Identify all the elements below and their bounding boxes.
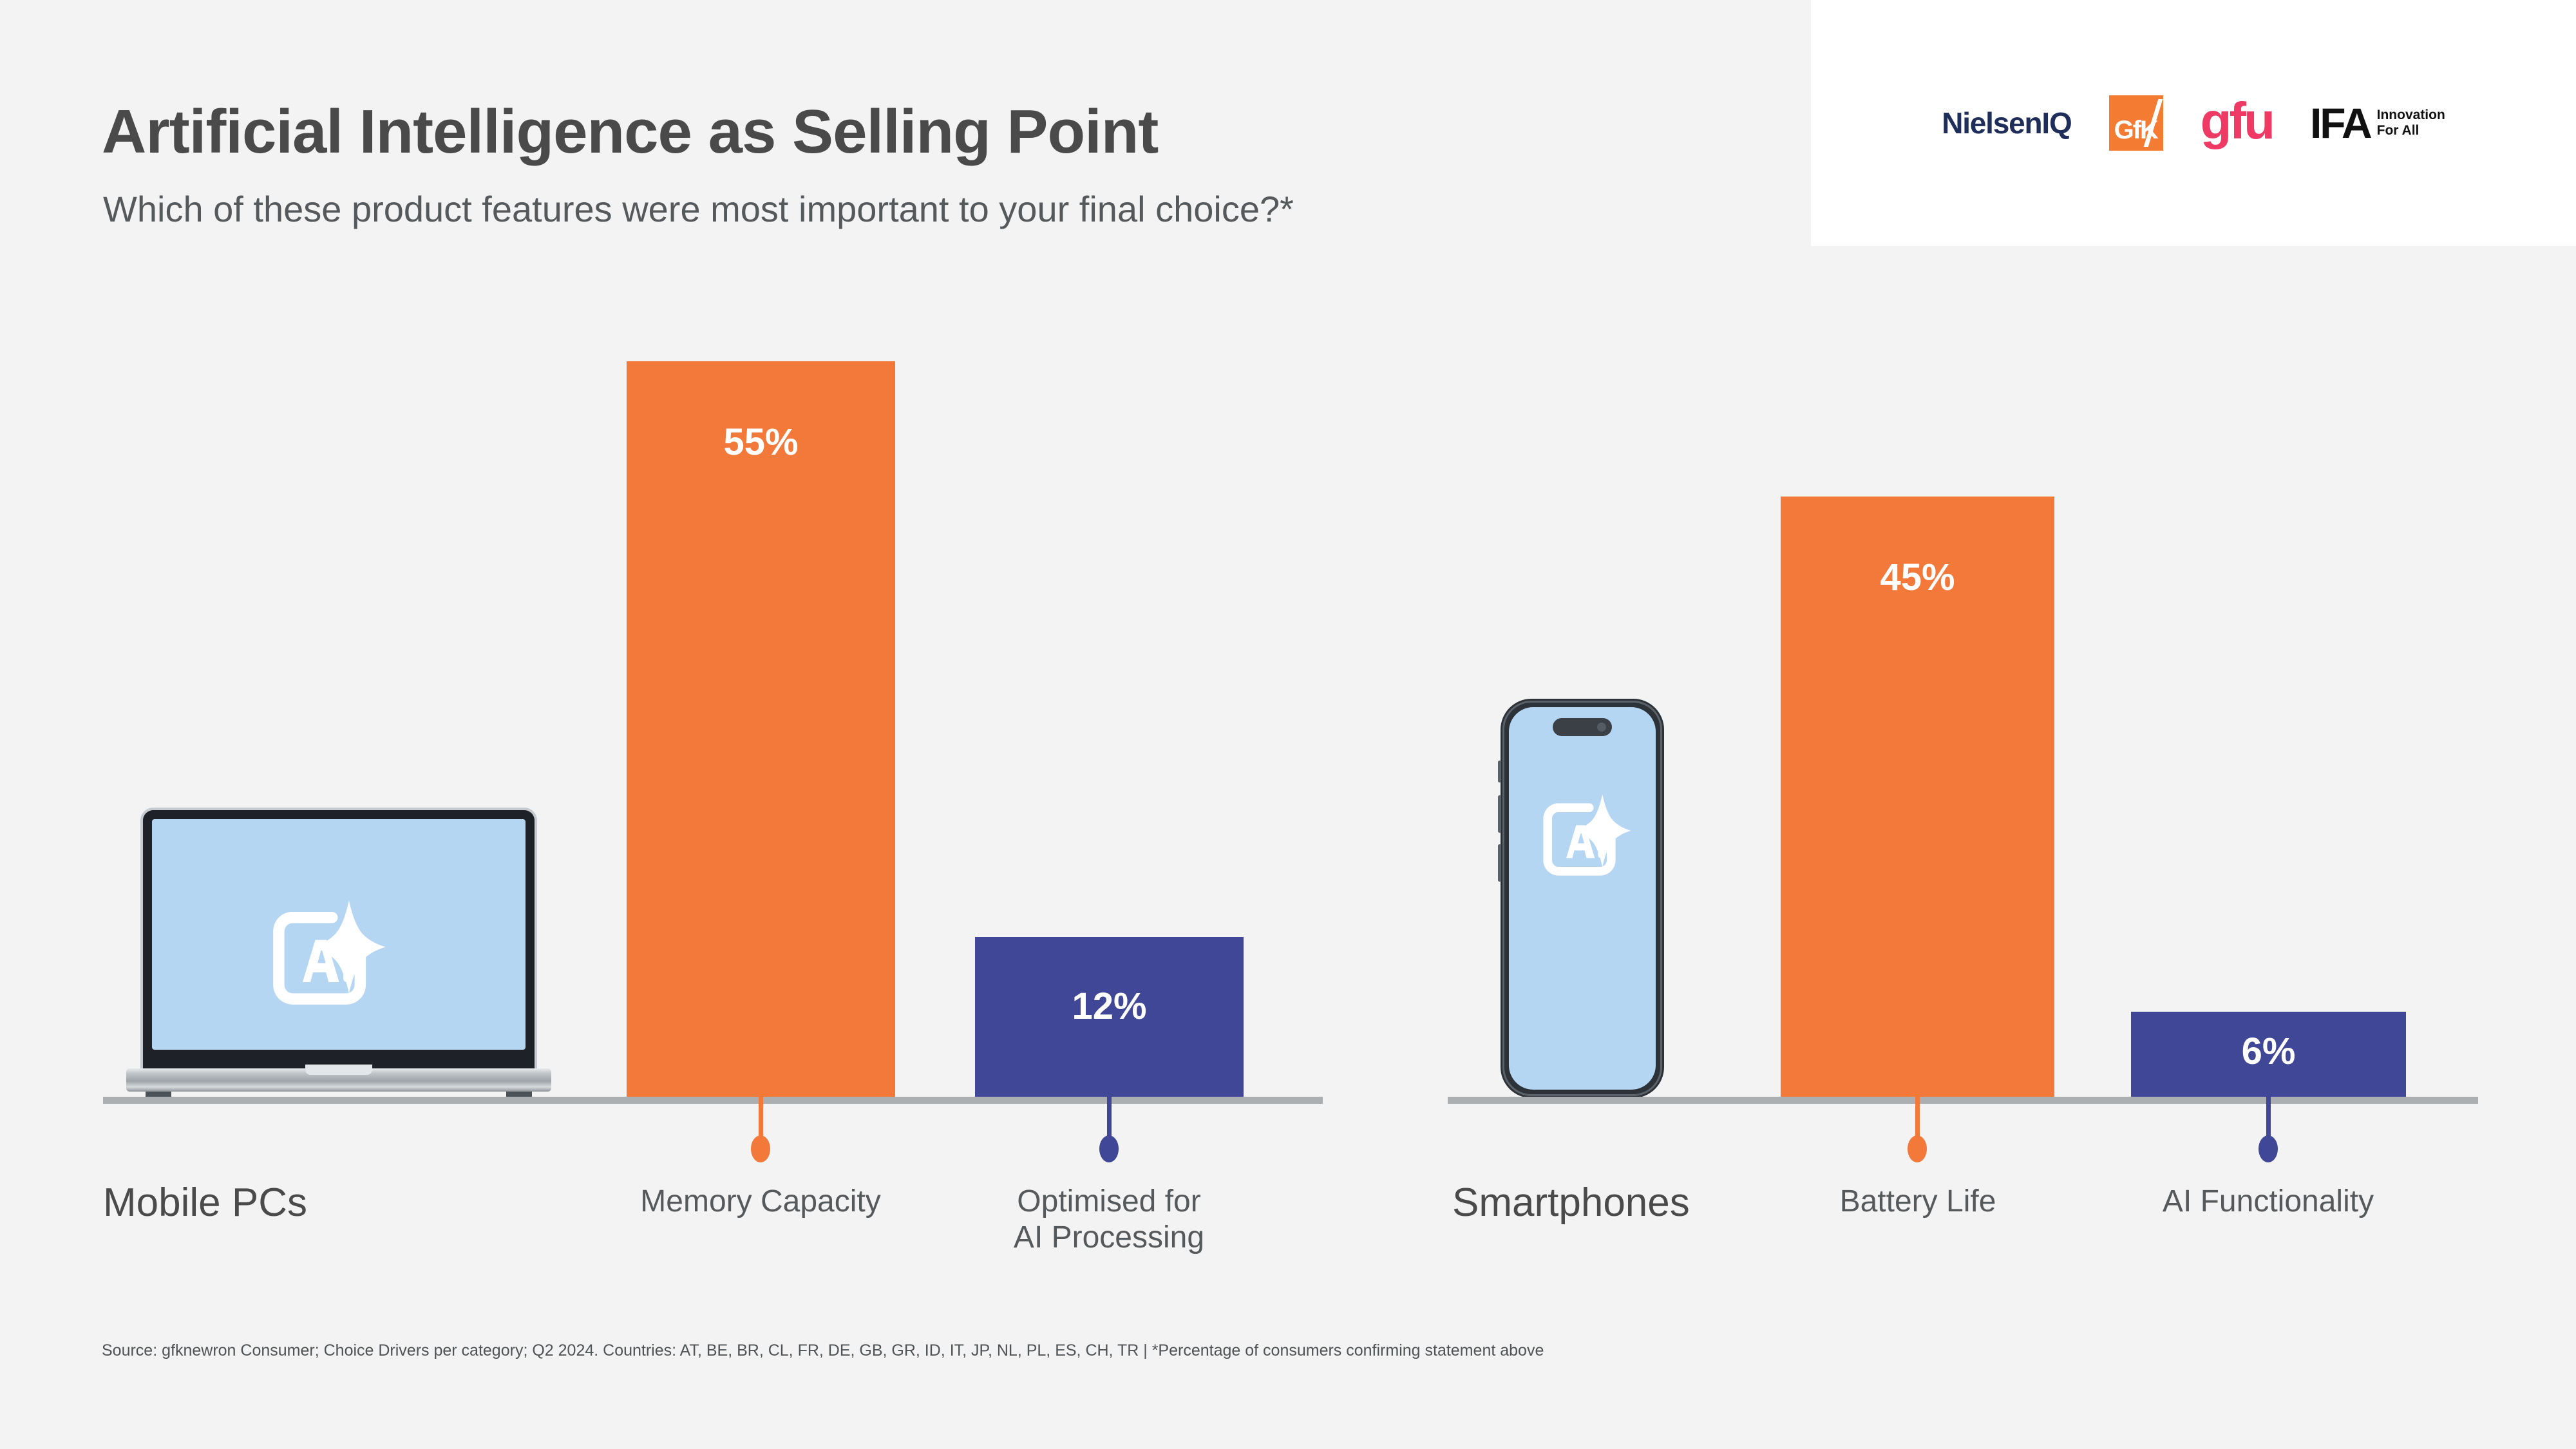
phone-volume-down-button <box>1498 844 1501 882</box>
ai-sparkle-icon-phone <box>1530 779 1640 889</box>
category-label-battery-life: Battery Life <box>1839 1184 1996 1218</box>
phone-screen <box>1509 707 1656 1090</box>
ifa-logo-text: IFA <box>2309 99 2372 147</box>
ifa-tagline-line2: For All <box>2376 123 2420 138</box>
page-subtitle: Which of these product features were mos… <box>103 189 1294 229</box>
leader-dot-ai-functionality <box>2259 1135 2278 1162</box>
ifa-logo: IFA Innovation For All <box>2310 102 2445 144</box>
leader-dot-memory-capacity <box>751 1135 770 1162</box>
bar-ai-functionality[interactable]: 6% <box>2131 1012 2406 1097</box>
group-label-smartphones: Smartphones <box>1452 1180 1690 1225</box>
bar-value-ai-functionality: 6% <box>2241 1030 2296 1072</box>
category-label-optimised-for-ai-processing: Optimised for AI Processing <box>948 1184 1270 1256</box>
bar-memory-capacity[interactable]: 55% <box>627 361 895 1097</box>
category-label-line2: AI Processing <box>1013 1220 1205 1255</box>
leader-dot-optimised-for-ai-processing <box>1099 1135 1119 1162</box>
smartphone-device-illustration <box>1498 699 1664 1098</box>
laptop-trackpad-notch <box>305 1065 372 1075</box>
axis-line-mobile-pcs <box>103 1097 1323 1104</box>
category-label-line1: Optimised for <box>1017 1184 1201 1218</box>
phone-volume-up-button <box>1498 795 1501 833</box>
infographic-canvas: Artificial Intelligence as Selling Point… <box>0 0 2576 1449</box>
ai-sparkle-icon <box>256 881 397 1021</box>
phone-dynamic-island <box>1553 718 1612 736</box>
category-label-memory-capacity: Memory Capacity <box>640 1184 881 1218</box>
ifa-tagline: Innovation For All <box>2377 108 2445 138</box>
page-title: Artificial Intelligence as Selling Point <box>102 97 1159 166</box>
source-note: Source: gfknewron Consumer; Choice Drive… <box>102 1341 1544 1359</box>
bar-optimised-for-ai-processing[interactable]: 12% <box>975 937 1244 1097</box>
axis-line-smartphones <box>1448 1097 2478 1104</box>
bar-value-optimised-for-ai-processing: 12% <box>1072 985 1147 1027</box>
gfu-logo: gfu <box>2200 92 2275 149</box>
group-label-mobile-pcs: Mobile PCs <box>103 1180 307 1225</box>
logo-bar: NielsenIQ GfK gfu IFA Innovation For All <box>1811 0 2576 246</box>
bar-battery-life[interactable]: 45% <box>1781 497 2054 1097</box>
phone-mute-button <box>1498 761 1501 782</box>
category-label-ai-functionality: AI Functionality <box>2162 1184 2374 1218</box>
leader-dot-battery-life <box>1908 1135 1927 1162</box>
ifa-tagline-line1: Innovation <box>2376 108 2445 123</box>
gfk-logo: GfK <box>2108 95 2163 151</box>
bar-value-battery-life: 45% <box>1880 556 1955 598</box>
nielseniq-logo: NielsenIQ <box>1942 106 2072 140</box>
bar-value-memory-capacity: 55% <box>723 421 799 463</box>
